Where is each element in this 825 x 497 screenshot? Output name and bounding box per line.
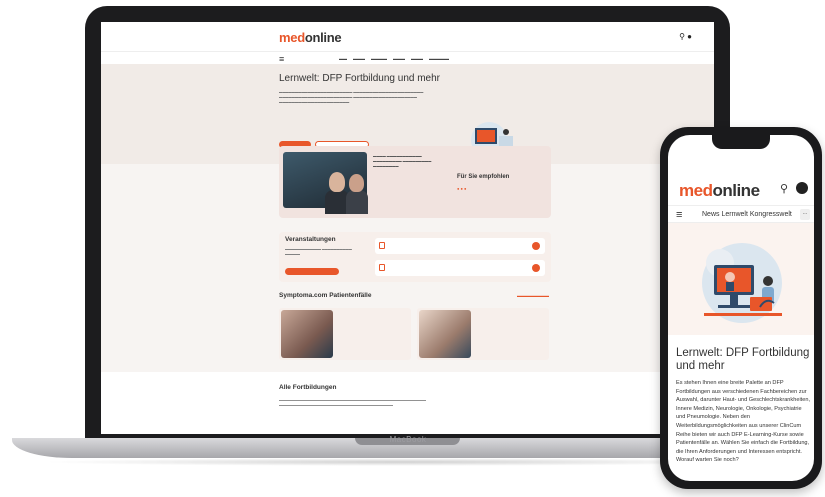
rating-dots: ● ● ● — [457, 186, 467, 191]
phone-notch — [712, 135, 770, 149]
nav-item[interactable]: ▬▬▬ — [393, 56, 405, 61]
hero-title: Lernwelt: DFP Fortbildung und mehr — [279, 73, 441, 84]
symptoma-all-link[interactable]: ▬▬▬▬▬▬▬▬ — [517, 293, 549, 298]
recommended-text: ▬▬▬▬ ▬▬▬▬▬▬▬▬▬▬▬ ▬▬▬▬▬▬▬▬▬ ▬▬▬▬▬▬▬▬▬ ▬▬▬… — [373, 154, 432, 168]
nav-item[interactable]: ▬▬ — [339, 56, 347, 61]
events-title: Veranstaltungen — [285, 236, 336, 243]
calendar-icon — [379, 264, 385, 271]
events-button[interactable] — [285, 268, 339, 275]
symptoma-title: Symptoma.com Patientenfälle — [279, 292, 372, 299]
recommended-label: Für Sie empfohlen — [457, 174, 510, 180]
learning-illustration — [702, 243, 782, 323]
nav-item[interactable]: ▬▬▬▬▬ — [429, 56, 449, 61]
all-courses-text: ▬▬▬▬▬▬▬▬▬▬▬▬▬▬▬▬▬▬▬▬▬▬▬▬▬▬▬▬▬▬▬▬▬▬▬▬▬▬▬▬… — [279, 398, 426, 407]
phone-hero-title: Lernwelt: DFP Fortbildung und mehr — [676, 347, 810, 372]
event-row[interactable] — [375, 260, 545, 276]
recommended-image — [283, 152, 368, 214]
events-section: Veranstaltungen ▬▬▬▬▬▬▬▬▬▬▬▬ ▬▬▬▬▬▬▬▬▬▬ … — [279, 232, 551, 282]
calendar-icon — [379, 242, 385, 249]
event-row[interactable] — [375, 238, 545, 254]
phone-nav-items[interactable]: News Lernwelt Kongresswelt — [702, 211, 792, 218]
more-button[interactable]: ... — [800, 209, 810, 220]
laptop-screen: medonline ⚲ ● ≡ ▬▬ ▬▬▬ ▬▬▬▬ ▬▬▬ ▬▬▬ ▬▬▬▬▬ Ler… — [101, 22, 714, 434]
case-image — [281, 310, 333, 358]
laptop-shadow — [40, 458, 760, 466]
recommended-card[interactable]: ▬▬▬▬ ▬▬▬▬▬▬▬▬▬▬▬ ▬▬▬▬▬▬▬▬▬ ▬▬▬▬▬▬▬▬▬ ▬▬▬… — [279, 146, 551, 218]
phone-screen: medonline ⚲ ≡ News Lernwelt Kongresswelt… — [668, 135, 814, 481]
phone-nav: ≡ News Lernwelt Kongresswelt ... — [668, 205, 814, 223]
site-nav: ▬▬ ▬▬▬ ▬▬▬▬ ▬▬▬ ▬▬▬ ▬▬▬▬▬ — [101, 52, 714, 64]
laptop-brand: MacBook — [389, 435, 427, 444]
menu-icon[interactable]: ≡ — [279, 54, 284, 64]
phone-hero-text: Es stehen Ihnen eine breite Palette an D… — [676, 380, 811, 464]
case-card[interactable] — [279, 308, 411, 360]
site-logo[interactable]: medonline — [279, 30, 342, 45]
hero-text: ▬▬▬▬▬▬▬▬▬▬▬▬▬▬▬▬▬▬▬▬▬▬▬ ▬▬▬▬▬▬▬▬▬▬▬▬▬▬▬▬… — [279, 90, 424, 104]
user-icon[interactable] — [796, 182, 808, 194]
search-icon[interactable]: ⚲ ● — [679, 32, 692, 41]
phone-logo[interactable]: medonline — [679, 181, 760, 201]
site-header: medonline ⚲ ● — [101, 22, 714, 52]
nav-item[interactable]: ▬▬▬ — [353, 56, 365, 61]
arrow-icon[interactable] — [532, 242, 540, 250]
arrow-icon[interactable] — [532, 264, 540, 272]
menu-icon[interactable]: ≡ — [676, 209, 682, 221]
all-courses-title: Alle Fortbildungen — [279, 384, 337, 391]
case-image — [419, 310, 471, 358]
nav-item[interactable]: ▬▬▬▬ — [371, 56, 387, 61]
nav-item[interactable]: ▬▬▬ — [411, 56, 423, 61]
case-card[interactable] — [417, 308, 549, 360]
events-text: ▬▬▬▬▬▬▬▬▬▬▬▬ ▬▬▬▬▬▬▬▬▬▬ ▬▬▬▬▬ — [285, 247, 352, 256]
devices-photo: medonline ⚲ ● ≡ ▬▬ ▬▬▬ ▬▬▬▬ ▬▬▬ ▬▬▬ ▬▬▬▬▬ Ler… — [0, 0, 825, 497]
search-icon[interactable]: ⚲ — [780, 182, 788, 195]
all-courses-section: Alle Fortbildungen ▬▬▬▬▬▬▬▬▬▬▬▬▬▬▬▬▬▬▬▬▬… — [101, 372, 714, 434]
